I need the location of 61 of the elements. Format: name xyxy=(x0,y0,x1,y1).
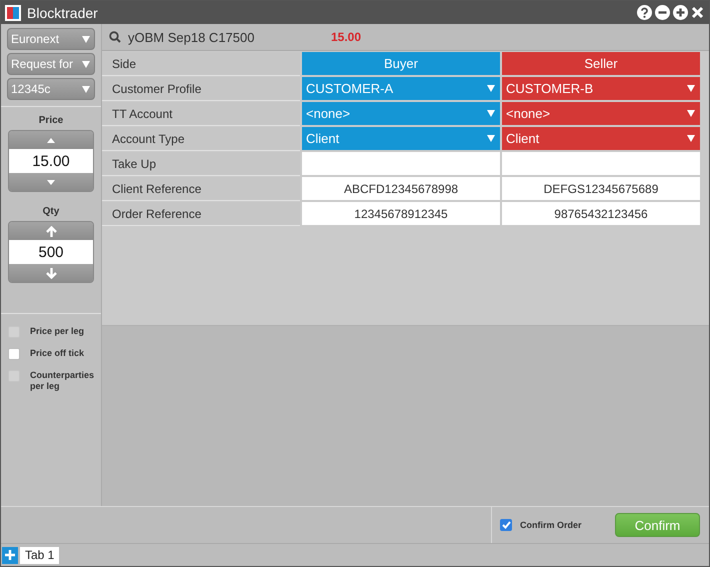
dropdown[interactable]: Euronext xyxy=(7,28,95,50)
spinner-label: Qty xyxy=(42,206,60,217)
input-field[interactable] xyxy=(502,152,700,175)
caret-icon[interactable] xyxy=(687,110,695,117)
number-field[interactable]: 500 xyxy=(9,240,93,264)
add-tab-button[interactable] xyxy=(2,546,18,564)
checkbox-label: Counterparties per leg xyxy=(30,370,94,392)
tab[interactable]: Tab 1 xyxy=(20,546,60,564)
dropdown[interactable]: Client xyxy=(302,127,500,150)
close-icon[interactable] xyxy=(691,6,704,19)
up-triangle-icon[interactable] xyxy=(47,138,55,142)
instrument-name: yOBM Sep18 C17500 xyxy=(128,30,256,44)
plus-icon[interactable] xyxy=(5,550,15,560)
caret-icon[interactable] xyxy=(687,135,695,142)
increment-button[interactable] xyxy=(9,222,93,240)
help-icon[interactable] xyxy=(637,5,652,20)
caret-icon[interactable] xyxy=(487,85,495,92)
search-icon[interactable] xyxy=(109,31,121,43)
table-cell: 12345678912345 xyxy=(302,202,500,225)
row-label: Client Reference xyxy=(102,177,300,200)
checkbox-label: Confirm Order xyxy=(520,520,582,530)
table-cell: DEFGS12345675689 xyxy=(502,177,700,200)
dropdown[interactable]: CUSTOMER-B xyxy=(502,77,700,100)
dropdown[interactable]: Client xyxy=(502,127,700,150)
dropdown[interactable]: CUSTOMER-A xyxy=(302,77,500,100)
maximize-icon[interactable] xyxy=(673,5,688,20)
checkbox-label: Price per leg xyxy=(30,326,84,337)
row-label: TT Account xyxy=(102,102,300,125)
down-arrow-icon[interactable] xyxy=(46,268,56,278)
column-header: Buyer xyxy=(302,52,500,75)
dropdown[interactable]: Request for xyxy=(7,53,95,75)
confirm-button[interactable]: Confirm xyxy=(615,513,700,537)
checkbox-label: Price off tick xyxy=(30,348,84,359)
caret-icon[interactable] xyxy=(687,85,695,92)
caret-icon[interactable] xyxy=(82,36,90,42)
row-label: Customer Profile xyxy=(102,77,300,100)
minimize-icon[interactable] xyxy=(655,5,670,20)
dropdown[interactable]: <none> xyxy=(302,102,500,125)
caret-icon[interactable] xyxy=(487,110,495,117)
app-logo-icon[interactable] xyxy=(5,4,21,20)
caret-icon[interactable] xyxy=(487,135,495,142)
column-header: Seller xyxy=(502,52,700,75)
table-cell: ABCFD12345678998 xyxy=(302,177,500,200)
window-title: Blocktrader xyxy=(27,4,98,20)
caret-icon[interactable] xyxy=(82,60,90,68)
up-arrow-icon[interactable] xyxy=(46,226,56,236)
row-label: Order Reference xyxy=(102,202,300,225)
number-field[interactable]: 15.00 xyxy=(9,149,93,173)
dropdown[interactable]: <none> xyxy=(502,102,700,125)
table-cell: 98765432123456 xyxy=(502,202,700,225)
row-label: Side xyxy=(102,52,300,75)
row-label: Take Up xyxy=(102,152,300,175)
checkbox[interactable] xyxy=(8,348,20,360)
instrument-price: 15.00 xyxy=(331,30,362,44)
caret-icon[interactable] xyxy=(82,86,90,92)
down-triangle-icon[interactable] xyxy=(47,180,55,184)
row-label: Account Type xyxy=(102,127,300,150)
spinner-label: Price xyxy=(38,115,64,126)
input-field[interactable] xyxy=(302,152,500,175)
decrement-button[interactable] xyxy=(9,264,93,282)
dropdown[interactable]: 12345c xyxy=(7,78,95,100)
